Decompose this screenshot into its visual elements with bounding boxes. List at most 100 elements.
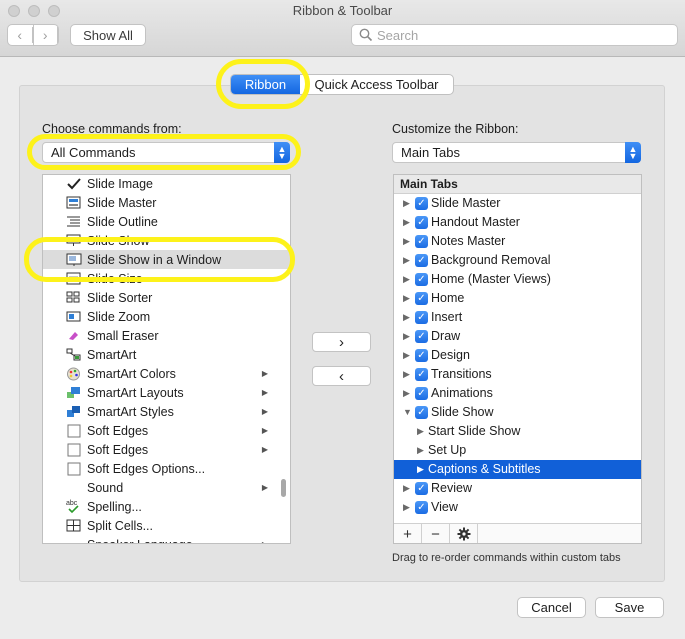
- disclosure-collapsed-icon[interactable]: ▶: [403, 217, 410, 228]
- tab-visible-checkbox[interactable]: ✓: [415, 273, 428, 286]
- tree-tab-item[interactable]: ▶ ✓ Background Removal: [394, 251, 641, 270]
- command-item[interactable]: SmartArt: [43, 345, 290, 364]
- commands-source-dropdown[interactable]: All Commands ▲ ▼: [42, 142, 290, 163]
- cancel-button[interactable]: Cancel: [517, 597, 586, 618]
- outline-icon: [65, 213, 82, 230]
- disclosure-collapsed-icon[interactable]: ▶: [403, 331, 410, 342]
- command-item[interactable]: Soft Edges ▶: [43, 440, 290, 459]
- spelling-icon: abc: [65, 498, 82, 515]
- tab-visible-checkbox[interactable]: ✓: [415, 368, 428, 381]
- forward-button[interactable]: ›: [34, 25, 58, 45]
- command-item[interactable]: Slide Master: [43, 193, 290, 212]
- show-all-button[interactable]: Show All: [70, 24, 146, 46]
- disclosure-collapsed-icon[interactable]: ▶: [417, 445, 424, 456]
- tree-group-item[interactable]: ▶ Captions & Subtitles: [394, 460, 641, 479]
- ribbon-tabs-dropdown[interactable]: Main Tabs ▲ ▼: [392, 142, 641, 163]
- reorder-hint: Drag to re-order commands within custom …: [392, 552, 621, 564]
- add-tab-button[interactable]: +: [394, 524, 422, 543]
- tab-visible-checkbox[interactable]: ✓: [415, 330, 428, 343]
- tab-visible-checkbox[interactable]: ✓: [415, 216, 428, 229]
- tab-visible-checkbox[interactable]: ✓: [415, 501, 428, 514]
- disclosure-collapsed-icon[interactable]: ▶: [403, 483, 410, 494]
- remove-tab-button[interactable]: −: [422, 524, 450, 543]
- tree-tab-item[interactable]: ▼ ✓ Slide Show: [394, 403, 641, 422]
- tree-tab-item[interactable]: ▶ ✓ Handout Master: [394, 213, 641, 232]
- tree-tab-item[interactable]: ▶ ✓ Insert: [394, 308, 641, 327]
- disclosure-collapsed-icon[interactable]: ▶: [403, 502, 410, 513]
- disclosure-collapsed-icon[interactable]: ▶: [403, 255, 410, 266]
- command-item[interactable]: SmartArt Layouts ▶: [43, 383, 290, 402]
- tree-tab-item[interactable]: ▶ ✓ Home: [394, 289, 641, 308]
- tree-tab-item[interactable]: ▶ ✓ Notes Master: [394, 232, 641, 251]
- command-item[interactable]: abc Spelling...: [43, 497, 290, 516]
- command-item[interactable]: Slide Sorter: [43, 288, 290, 307]
- command-item[interactable]: Slide Zoom: [43, 307, 290, 326]
- disclosure-collapsed-icon[interactable]: ▶: [403, 236, 410, 247]
- tree-group-item[interactable]: ▶ Start Slide Show: [394, 422, 641, 441]
- disclosure-collapsed-icon[interactable]: ▶: [417, 426, 424, 437]
- disclosure-expanded-icon[interactable]: ▼: [403, 407, 412, 417]
- command-item[interactable]: Sound ▶: [43, 478, 290, 497]
- title-bar: Ribbon & Toolbar ‹ › Show All Search: [0, 0, 685, 57]
- command-item[interactable]: Slide Outline: [43, 212, 290, 231]
- command-item[interactable]: Slide Show in a Window: [43, 250, 290, 269]
- chevron-left-icon: ‹: [8, 27, 33, 43]
- command-item[interactable]: SmartArt Styles ▶: [43, 402, 290, 421]
- disclosure-collapsed-icon[interactable]: ▶: [403, 350, 410, 361]
- command-item[interactable]: Split Cells...: [43, 516, 290, 535]
- commands-list[interactable]: Slide Image Slide Master Slide Outline Slid…: [42, 174, 291, 544]
- ribbon-tabs-value: Main Tabs: [401, 145, 461, 160]
- command-item[interactable]: Soft Edges ▶: [43, 421, 290, 440]
- tab-visible-checkbox[interactable]: ✓: [415, 254, 428, 267]
- disclosure-collapsed-icon[interactable]: ▶: [403, 274, 410, 285]
- disclosure-collapsed-icon[interactable]: ▶: [403, 198, 410, 209]
- command-item[interactable]: Slide Show: [43, 231, 290, 250]
- tree-tab-item[interactable]: ▶ ✓ Review: [394, 479, 641, 498]
- tab-visible-checkbox[interactable]: ✓: [415, 387, 428, 400]
- tab-visible-checkbox[interactable]: ✓: [415, 349, 428, 362]
- search-input[interactable]: Search: [351, 24, 678, 46]
- tab-quick-access-toolbar[interactable]: Quick Access Toolbar: [300, 75, 453, 94]
- command-item[interactable]: SmartArt Colors ▶: [43, 364, 290, 383]
- submenu-arrow-icon: ▶: [261, 445, 268, 454]
- tree-tab-item[interactable]: ▶ ✓ Slide Master: [394, 194, 641, 213]
- command-item[interactable]: Slide Size: [43, 269, 290, 288]
- command-item[interactable]: Soft Edges Options...: [43, 459, 290, 478]
- tab-visible-checkbox[interactable]: ✓: [415, 292, 428, 305]
- command-item-label: Slide Image: [87, 176, 154, 191]
- command-item-label: Small Eraser: [87, 328, 159, 343]
- tab-visible-checkbox[interactable]: ✓: [415, 197, 428, 210]
- gear-icon: [457, 527, 470, 541]
- tree-group-item[interactable]: ▶ Set Up: [394, 441, 641, 460]
- tree-tab-item[interactable]: ▶ ✓ Home (Master Views): [394, 270, 641, 289]
- tree-tab-item[interactable]: ▶ ✓ Design: [394, 346, 641, 365]
- tab-visible-checkbox[interactable]: ✓: [415, 311, 428, 324]
- chevron-right-icon: ›: [34, 27, 58, 43]
- tab-visible-checkbox[interactable]: ✓: [415, 406, 428, 419]
- disclosure-collapsed-icon[interactable]: ▶: [417, 464, 424, 475]
- command-item[interactable]: Slide Image: [43, 175, 290, 193]
- tree-item-label: Handout Master: [431, 215, 520, 229]
- ribbon-tabs-tree[interactable]: Main Tabs ▶ ✓ Slide Master ▶ ✓ Handout Master…: [393, 174, 642, 544]
- submenu-arrow-icon: ▶: [261, 388, 268, 397]
- tab-visible-checkbox[interactable]: ✓: [415, 482, 428, 495]
- add-command-button[interactable]: ›: [312, 332, 371, 352]
- settings-button[interactable]: [450, 524, 478, 543]
- disclosure-collapsed-icon[interactable]: ▶: [403, 312, 410, 323]
- save-button[interactable]: Save: [595, 597, 664, 618]
- disclosure-collapsed-icon[interactable]: ▶: [403, 293, 410, 304]
- disclosure-collapsed-icon[interactable]: ▶: [403, 388, 410, 399]
- tree-tab-item[interactable]: ▶ ✓ View: [394, 498, 641, 517]
- tab-ribbon[interactable]: Ribbon: [231, 75, 300, 94]
- tree-tab-item[interactable]: ▶ ✓ Animations: [394, 384, 641, 403]
- command-item[interactable]: Small Eraser: [43, 326, 290, 345]
- tree-tab-item[interactable]: ▶ ✓ Transitions: [394, 365, 641, 384]
- command-item[interactable]: Speaker Language ▶: [43, 535, 290, 544]
- commands-list-scrollbar[interactable]: [281, 479, 286, 497]
- remove-command-button[interactable]: ‹: [312, 366, 371, 386]
- tree-tab-item[interactable]: ▶ ✓ Draw: [394, 327, 641, 346]
- submenu-arrow-icon: ▶: [262, 540, 268, 543]
- back-button[interactable]: ‹: [8, 25, 34, 45]
- tab-visible-checkbox[interactable]: ✓: [415, 235, 428, 248]
- disclosure-collapsed-icon[interactable]: ▶: [403, 369, 410, 380]
